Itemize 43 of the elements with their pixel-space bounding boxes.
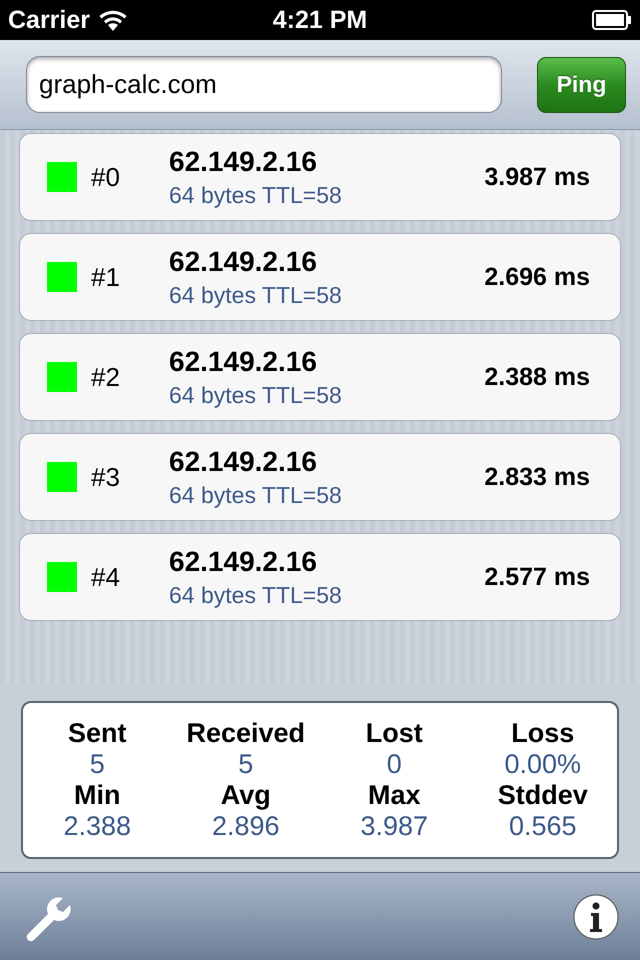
sequence-number: #3: [90, 462, 121, 492]
battery-icon: [592, 10, 632, 30]
stat-value: 0: [386, 749, 402, 780]
ping-button[interactable]: Ping: [537, 56, 626, 112]
stat-label: Received: [186, 718, 306, 749]
stat-label: Loss: [511, 718, 574, 749]
reply-detail: 64 bytes TTL=58: [169, 182, 342, 208]
stat-value: 0.00%: [504, 749, 582, 780]
stat-label: Lost: [366, 718, 423, 749]
stat-label: Min: [74, 780, 120, 811]
reply-detail: 64 bytes TTL=58: [169, 382, 342, 408]
reply-detail: 64 bytes TTL=58: [169, 582, 342, 608]
reply-detail: 64 bytes TTL=58: [169, 282, 342, 308]
sequence-number: #2: [90, 362, 121, 392]
stat-label: Max: [368, 780, 421, 811]
carrier-name: Carrier: [8, 6, 90, 34]
stat-value: 5: [238, 749, 254, 780]
reply-address: 62.149.2.16: [169, 346, 317, 378]
stat-label: Avg: [220, 780, 271, 811]
reply-time: 2.577 ms: [484, 562, 591, 592]
clock-time: 4:21 PM: [272, 6, 368, 34]
stat-label: Sent: [68, 718, 126, 749]
reply-address: 62.149.2.16: [169, 446, 317, 478]
stat-label: Stddev: [498, 780, 588, 811]
stat-value: 3.987: [360, 811, 428, 842]
reply-time: 3.987 ms: [484, 162, 591, 192]
wifi-icon: [98, 9, 128, 31]
reply-address: 62.149.2.16: [169, 546, 317, 578]
stat-value: 0.565: [508, 811, 577, 842]
reply-time: 2.833 ms: [484, 462, 591, 492]
stat-value: 2.388: [63, 811, 132, 842]
host-field[interactable]: graph-calc.com: [26, 56, 502, 113]
reply-time: 2.696 ms: [484, 262, 591, 292]
stat-value: 5: [90, 749, 105, 780]
sequence-number: #0: [90, 162, 121, 192]
reply-time: 2.388 ms: [484, 362, 591, 392]
sequence-number: #1: [90, 262, 121, 292]
info-icon[interactable]: [572, 892, 620, 940]
reply-detail: 64 bytes TTL=58: [169, 482, 342, 508]
stat-value: 2.896: [212, 811, 280, 842]
reply-address: 62.149.2.16: [169, 146, 317, 178]
reply-address: 62.149.2.16: [169, 246, 317, 278]
sequence-number: #4: [90, 562, 121, 592]
